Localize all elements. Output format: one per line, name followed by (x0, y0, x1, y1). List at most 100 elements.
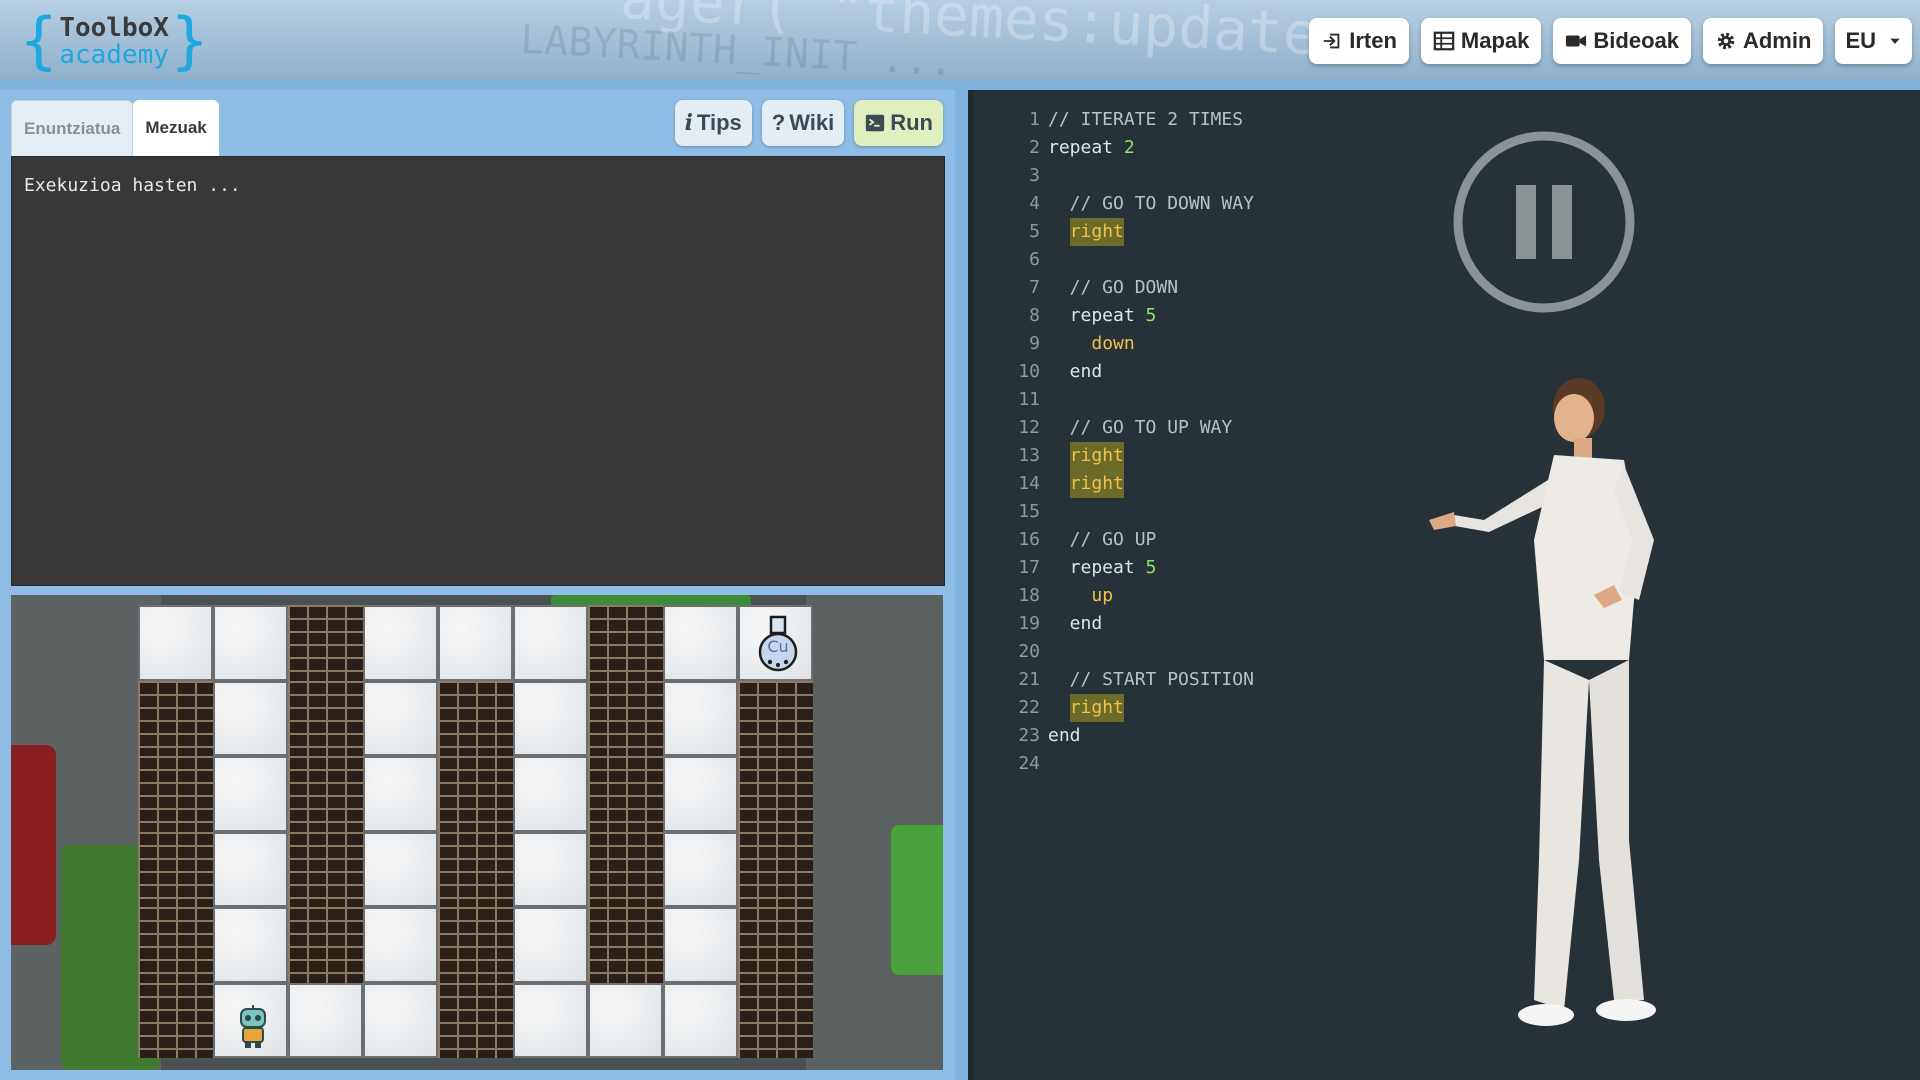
code-line[interactable]: 10 end (974, 358, 1254, 386)
code-line[interactable]: 23 end (974, 722, 1254, 750)
pause-icon[interactable] (1452, 130, 1636, 314)
code-line[interactable]: 2 repeat 2 (974, 134, 1254, 162)
floor-tile (513, 605, 588, 681)
floor-tile (363, 680, 438, 756)
language-label: EU (1845, 28, 1876, 53)
code-line[interactable]: 11 (974, 386, 1254, 414)
code-line[interactable]: 15 (974, 498, 1254, 526)
floor-tile (513, 982, 588, 1058)
floor-tile (663, 831, 738, 907)
admin-label: Admin (1742, 28, 1812, 53)
code-line[interactable]: 5 right (974, 218, 1254, 246)
floor-tile (288, 982, 363, 1058)
code-token: repeat (1048, 137, 1124, 158)
wall-tile (288, 605, 363, 681)
code-line[interactable]: 9 down (974, 330, 1254, 358)
line-number: 3 (1029, 165, 1040, 186)
code-token: // GO TO DOWN WAY (1048, 193, 1254, 214)
floor-tile (438, 605, 513, 681)
code-line[interactable]: 16 // GO UP (974, 526, 1254, 554)
wall-tile (738, 907, 813, 983)
wiki-label: Wiki (789, 110, 835, 135)
wall-tile (288, 831, 363, 907)
copper-flask-icon: Cu (758, 615, 798, 672)
tips-label: Tips (696, 110, 742, 135)
game-board: Cu (11, 595, 943, 1070)
line-number: 12 (1018, 417, 1040, 438)
floor-tile (663, 680, 738, 756)
code-line[interactable]: 3 (974, 162, 1254, 190)
wall-tile (138, 756, 213, 832)
line-number: 10 (1018, 361, 1040, 382)
wiki-button[interactable]: ? Wiki (761, 100, 845, 146)
floor-tile (588, 982, 663, 1058)
line-number: 21 (1018, 669, 1040, 690)
wall-tile (138, 907, 213, 983)
code-line[interactable]: 18 up (974, 582, 1254, 610)
code-line[interactable]: 17 repeat 5 (974, 554, 1254, 582)
background-green-pipe-right (891, 825, 943, 975)
tips-button[interactable]: i Tips (674, 100, 752, 146)
code-line[interactable]: 12 // GO TO UP WAY (974, 414, 1254, 442)
code-line[interactable]: 20 (974, 638, 1254, 666)
wall-tile (438, 680, 513, 756)
tab-statement[interactable]: Enuntziatua (11, 100, 134, 157)
exit-label: Irten (1349, 28, 1397, 53)
floor-tile (138, 605, 213, 681)
code-line[interactable]: 7 // GO DOWN (974, 274, 1254, 302)
floor-tile: Cu (738, 605, 813, 681)
line-number: 19 (1018, 613, 1040, 634)
code-line[interactable]: 19 end (974, 610, 1254, 638)
line-number: 20 (1018, 641, 1040, 662)
code-token: 5 (1145, 557, 1157, 578)
floor-tile (663, 907, 738, 983)
code-line[interactable]: 22 right (974, 694, 1254, 722)
floor-tile (513, 756, 588, 832)
question-icon: ? (771, 110, 786, 135)
code-line[interactable]: 14 right (974, 470, 1254, 498)
code-line[interactable]: 13 right (974, 442, 1254, 470)
robot-icon (240, 1004, 266, 1048)
table-icon (1433, 31, 1455, 51)
line-number: 7 (1029, 277, 1040, 298)
code-line[interactable]: 21 // START POSITION (974, 666, 1254, 694)
code-line[interactable]: 6 (974, 246, 1254, 274)
line-number: 13 (1018, 445, 1040, 466)
run-button[interactable]: Run (854, 100, 943, 146)
code-line[interactable]: 1 // ITERATE 2 TIMES (974, 106, 1254, 134)
floor-tile (363, 907, 438, 983)
logo[interactable]: { ToolboX academy } (20, 10, 208, 72)
line-number: 2 (1029, 137, 1040, 158)
line-number: 1 (1029, 109, 1040, 130)
code-token: right (1069, 218, 1124, 246)
wall-tile (138, 831, 213, 907)
code-line[interactable]: 4 // GO TO DOWN WAY (974, 190, 1254, 218)
code-token: end (1048, 361, 1103, 382)
svg-text:Cu: Cu (767, 637, 788, 656)
language-dropdown[interactable]: EU (1835, 18, 1912, 64)
code-token: right (1069, 442, 1124, 470)
wall-tile (588, 907, 663, 983)
code-editor[interactable]: 1// ITERATE 2 TIMES 2 repeat 234 // GO TO … (968, 90, 1920, 1080)
wall-tile (288, 680, 363, 756)
code-token: end (1048, 725, 1081, 746)
wall-tile (288, 756, 363, 832)
line-number: 16 (1018, 529, 1040, 550)
tab-messages[interactable]: Mezuak (133, 100, 219, 156)
code-line[interactable]: 8 repeat 5 (974, 302, 1254, 330)
floor-tile (363, 756, 438, 832)
videos-button[interactable]: Bideoak (1553, 18, 1691, 64)
floor-tile (213, 831, 288, 907)
floor-tile (663, 605, 738, 681)
maps-button[interactable]: Mapak (1420, 18, 1542, 64)
line-number: 15 (1018, 501, 1040, 522)
wall-tile (288, 907, 363, 983)
admin-button[interactable]: Admin (1702, 18, 1824, 64)
code-line[interactable]: 24 (974, 750, 1254, 778)
exit-button[interactable]: Irten (1309, 18, 1409, 64)
code-lines[interactable]: 1// ITERATE 2 TIMES 2 repeat 234 // GO TO … (974, 106, 1254, 778)
